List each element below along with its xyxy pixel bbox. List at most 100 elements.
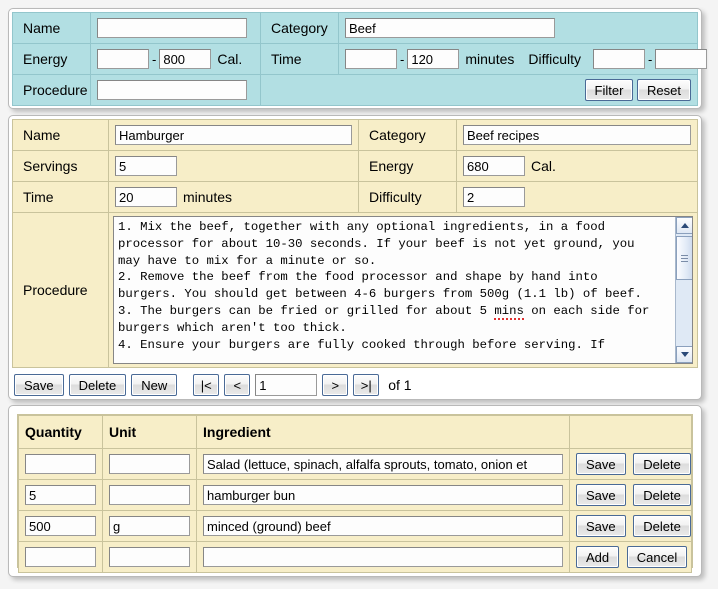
recipe-cell-name: [109, 120, 359, 151]
first-page-button[interactable]: |<: [193, 374, 219, 396]
table-row: Save Delete: [19, 449, 692, 480]
ingredients-header-row: Quantity Unit Ingredient: [19, 416, 692, 449]
delete-recipe-button[interactable]: Delete: [69, 374, 127, 396]
page-number-input[interactable]: [255, 374, 317, 396]
ingredient-quantity-input[interactable]: [25, 454, 96, 474]
filter-time-min-input[interactable]: [345, 49, 397, 69]
ingredient-quantity-cell: [19, 480, 103, 511]
save-recipe-button[interactable]: Save: [14, 374, 64, 396]
ingredients-table: Quantity Unit Ingredient: [18, 415, 692, 573]
ingredients-header-unit: Unit: [103, 416, 197, 449]
recipe-category-input[interactable]: [463, 125, 691, 145]
recipe-cell-category: [457, 120, 698, 151]
ingredients-header-quantity: Quantity: [19, 416, 103, 449]
filter-procedure-input[interactable]: [97, 80, 247, 100]
recipe-panel: Name Category Servings Energy Cal.: [8, 115, 702, 400]
ingredient-name-input[interactable]: [203, 485, 563, 505]
procedure-textarea[interactable]: 1. Mix the beef, together with any optio…: [113, 216, 693, 364]
scrollbar-thumb[interactable]: [676, 236, 693, 280]
ingredient-unit-input[interactable]: [109, 485, 190, 505]
ingredient-actions-cell: Save Delete: [570, 449, 692, 480]
ingredient-unit-input[interactable]: [109, 454, 190, 474]
save-ingredient-button[interactable]: Save: [576, 453, 626, 475]
filter-difficulty-min-input[interactable]: [593, 49, 645, 69]
last-page-button[interactable]: >|: [353, 374, 379, 396]
recipe-label-energy: Energy: [359, 151, 457, 182]
recipe-energy-input[interactable]: [463, 156, 525, 176]
filter-time-unit: minutes: [459, 51, 514, 67]
filter-label-name: Name: [13, 13, 91, 44]
filter-panel: Name Category Energy -Cal. Time -minutes…: [8, 8, 702, 109]
prev-page-button[interactable]: <: [224, 374, 250, 396]
table-row: Save Delete: [19, 511, 692, 542]
recipe-time-input[interactable]: [115, 187, 177, 207]
scroll-up-button[interactable]: [676, 217, 693, 234]
filter-cell-category: [339, 13, 698, 44]
filter-cell-procedure: [91, 75, 261, 106]
ingredient-actions-cell: Add Cancel: [570, 542, 692, 573]
ingredient-name-cell: [197, 542, 570, 573]
cancel-ingredient-button[interactable]: Cancel: [627, 546, 687, 568]
ingredient-quantity-input[interactable]: [25, 485, 96, 505]
recipe-row-procedure: Procedure 1. Mix the beef, together with…: [13, 213, 698, 368]
filter-actions: Filter Reset: [261, 75, 698, 106]
filter-cell-energy: -Cal.: [91, 44, 261, 75]
ingredient-quantity-cell: [19, 449, 103, 480]
filter-label-time: Time: [261, 44, 339, 75]
filter-name-input[interactable]: [97, 18, 247, 38]
ingredient-quantity-cell: [19, 511, 103, 542]
recipe-cell-procedure: 1. Mix the beef, together with any optio…: [109, 213, 698, 368]
ingredient-name-cell: [197, 449, 570, 480]
ingredient-quantity-input[interactable]: [25, 547, 96, 567]
filter-label-energy: Energy: [13, 44, 91, 75]
scroll-down-button[interactable]: [676, 346, 693, 363]
save-ingredient-button[interactable]: Save: [576, 515, 626, 537]
filter-energy-max-input[interactable]: [159, 49, 211, 69]
filter-energy-min-input[interactable]: [97, 49, 149, 69]
recipe-row-time-difficulty: Time minutes Difficulty: [13, 182, 698, 213]
recipe-difficulty-input[interactable]: [463, 187, 525, 207]
add-ingredient-button[interactable]: Add: [576, 546, 619, 568]
ingredient-unit-cell: [103, 480, 197, 511]
filter-category-input[interactable]: [345, 18, 555, 38]
procedure-misspelled-word: mins: [494, 304, 524, 320]
ingredients-header-ingredient: Ingredient: [197, 416, 570, 449]
recipe-cell-time: minutes: [109, 182, 359, 213]
filter-time-separator: -: [397, 52, 407, 67]
next-page-button[interactable]: >: [322, 374, 348, 396]
filter-energy-unit: Cal.: [211, 51, 242, 67]
delete-ingredient-button[interactable]: Delete: [633, 484, 691, 506]
ingredients-table-wrapper: Quantity Unit Ingredient: [17, 414, 693, 568]
ingredient-name-input[interactable]: [203, 454, 563, 474]
ingredient-unit-input[interactable]: [109, 547, 190, 567]
ingredient-quantity-cell: [19, 542, 103, 573]
filter-table: Name Category Energy -Cal. Time -minutes…: [12, 12, 698, 106]
ingredient-name-cell: [197, 480, 570, 511]
delete-ingredient-button[interactable]: Delete: [633, 453, 691, 475]
ingredient-quantity-input[interactable]: [25, 516, 96, 536]
ingredient-name-input[interactable]: [203, 547, 563, 567]
procedure-scrollbar[interactable]: [675, 217, 692, 363]
filter-difficulty-max-input[interactable]: [655, 49, 707, 69]
filter-difficulty-separator: -: [645, 52, 655, 67]
new-recipe-button[interactable]: New: [131, 374, 177, 396]
filter-cell-time: -minutesDifficulty-: [339, 44, 698, 75]
chevron-up-icon: [681, 223, 689, 228]
save-ingredient-button[interactable]: Save: [576, 484, 626, 506]
delete-ingredient-button[interactable]: Delete: [633, 515, 691, 537]
reset-button[interactable]: Reset: [637, 79, 691, 101]
recipe-label-time: Time: [13, 182, 109, 213]
filter-row-procedure: Procedure Filter Reset: [13, 75, 698, 106]
ingredient-actions-cell: Save Delete: [570, 511, 692, 542]
recipe-name-input[interactable]: [115, 125, 352, 145]
recipe-time-unit: minutes: [177, 189, 232, 205]
ingredient-actions-cell: Save Delete: [570, 480, 692, 511]
record-navigation-toolbar: Save Delete New |< < > >| of 1: [14, 374, 412, 396]
page-count-label: of 1: [388, 377, 411, 393]
recipe-servings-input[interactable]: [115, 156, 177, 176]
ingredient-name-input[interactable]: [203, 516, 563, 536]
filter-button[interactable]: Filter: [585, 79, 634, 101]
filter-time-max-input[interactable]: [407, 49, 459, 69]
ingredient-unit-input[interactable]: [109, 516, 190, 536]
filter-row-name: Name Category: [13, 13, 698, 44]
